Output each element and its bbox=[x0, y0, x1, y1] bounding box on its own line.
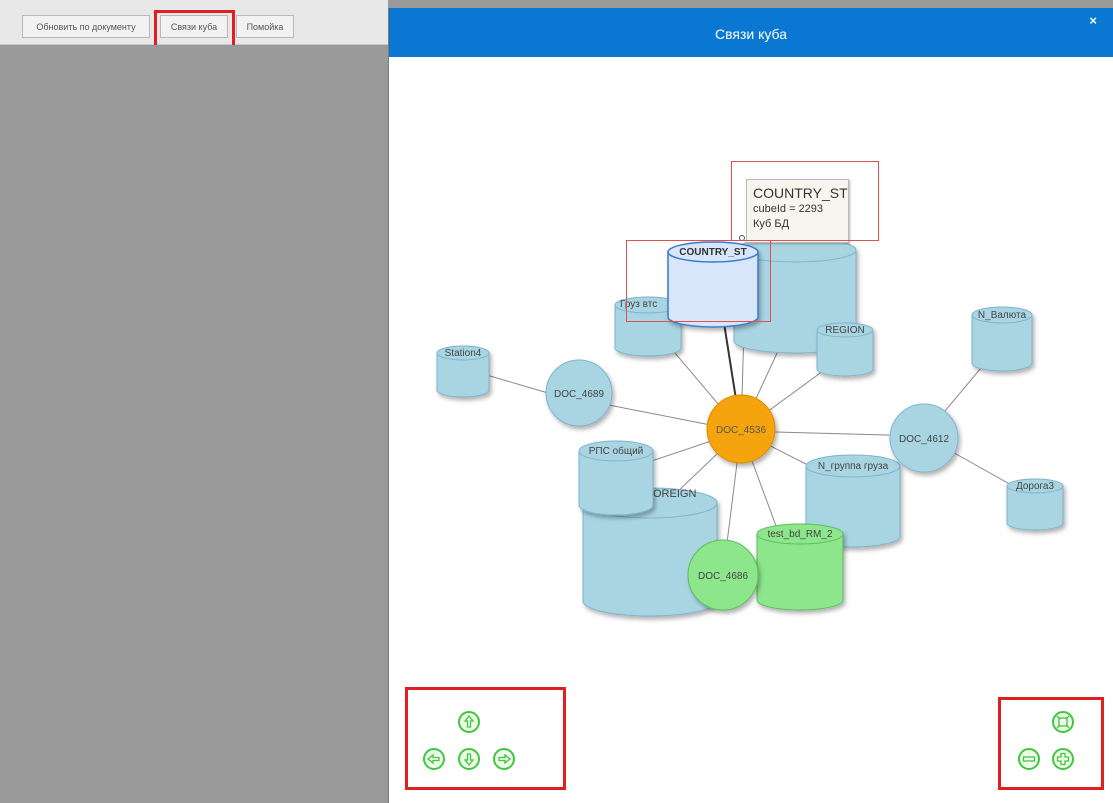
zoom-extent-icon[interactable] bbox=[1052, 711, 1074, 733]
tooltip-type: Куб БД bbox=[753, 218, 790, 230]
node-rps-label: РПС общий bbox=[589, 445, 644, 457]
node-doroga3-label: Дорога3 bbox=[1016, 481, 1055, 492]
cube-graph: OREIGN N_группа груза РПС общий Груз втс… bbox=[436, 235, 1064, 617]
cube-links-dialog: Связи куба × OREIGN N_группа груза РПС о… bbox=[388, 8, 1113, 803]
document-area bbox=[0, 45, 388, 803]
node-doc-4689-label: DOC_4689 bbox=[554, 389, 604, 400]
zoom-out-icon[interactable] bbox=[1018, 748, 1040, 770]
node-doc-4612-label: DOC_4612 bbox=[899, 434, 949, 445]
node-doc-4686-label: DOC_4686 bbox=[698, 571, 748, 582]
node-gruz-label: Груз втс bbox=[620, 299, 657, 310]
arrow-up-icon[interactable] bbox=[458, 711, 480, 733]
tooltip-cube-id: cubeId = 2293 bbox=[753, 203, 824, 215]
arrow-left-icon[interactable] bbox=[423, 748, 445, 770]
node-n-gruppa-label: N_группа груза bbox=[818, 461, 889, 472]
node-doc-4536-label: DOC_4536 bbox=[716, 425, 766, 436]
cube-links-button[interactable]: Связи куба bbox=[160, 15, 228, 38]
refresh-by-document-button[interactable]: Обновить по документу bbox=[22, 15, 150, 38]
help-button[interactable]: Помойка bbox=[236, 15, 294, 38]
tooltip-title: COUNTRY_ST bbox=[753, 185, 848, 201]
arrow-right-icon[interactable] bbox=[493, 748, 515, 770]
node-region-label: REGION bbox=[825, 325, 864, 336]
tooltip-anchor bbox=[739, 235, 745, 241]
node-test-bd-rm2-label: test_bd_RM_2 bbox=[767, 529, 832, 540]
node-n-valuta-label: N_Валюта bbox=[978, 310, 1027, 321]
node-station4-label: Station4 bbox=[445, 348, 482, 359]
arrow-down-icon[interactable] bbox=[458, 748, 480, 770]
zoom-in-icon[interactable] bbox=[1052, 748, 1074, 770]
toolbar: Обновить по документу Связи куба Помойка bbox=[0, 0, 388, 45]
node-foreign-label: OREIGN bbox=[653, 488, 696, 500]
node-tooltip: COUNTRY_ST cubeId = 2293 Куб БД bbox=[746, 179, 849, 243]
node-country-st-label: COUNTRY_ST bbox=[679, 247, 746, 258]
